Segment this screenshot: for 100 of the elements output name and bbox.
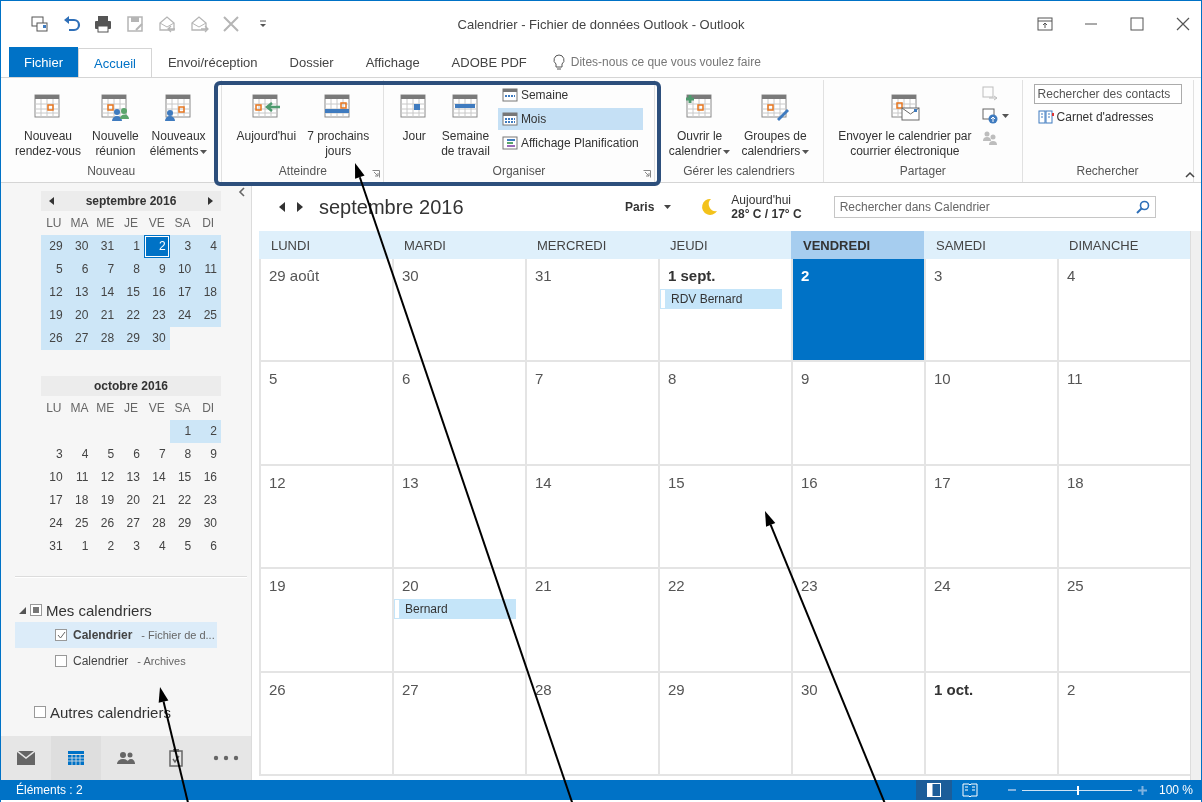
day-cell[interactable]: 19 — [259, 569, 392, 671]
mini-calendar-day[interactable]: 23 — [143, 304, 170, 327]
mini-calendar-day[interactable]: 6 — [66, 258, 93, 281]
mini-calendar-day[interactable]: 2 — [92, 535, 119, 558]
mini-calendar-day[interactable]: 13 — [66, 281, 93, 304]
ribbon-display-icon[interactable] — [1037, 16, 1053, 32]
mini-calendar-day[interactable]: 17 — [41, 489, 67, 512]
ribbon-icon-button[interactable] — [979, 106, 1011, 126]
mini-calendar-day[interactable]: 3 — [118, 535, 144, 558]
calendar-search-field[interactable]: Rechercher dans Calendrier — [833, 196, 1156, 218]
dialog-launcher-icon[interactable] — [372, 170, 381, 178]
day-cell[interactable]: 31 — [525, 259, 658, 361]
mini-calendar-day[interactable]: 4 — [66, 443, 93, 466]
mini-calendar-day[interactable]: 13 — [118, 466, 144, 489]
customize-icon[interactable] — [259, 20, 267, 27]
ribbon-button[interactable]: Envoyer le calendrier par courrier électronique — [835, 84, 975, 162]
day-cell[interactable]: 8 — [658, 362, 791, 464]
previous-month-icon[interactable] — [49, 197, 54, 205]
ribbon-button[interactable]: Nouveau rendez-vous — [12, 84, 85, 162]
mini-calendar-day[interactable]: 29 — [169, 512, 196, 535]
mini-calendar-day[interactable]: 21 — [143, 489, 170, 512]
scrollbar[interactable] — [1190, 231, 1201, 780]
checkbox[interactable] — [55, 655, 67, 667]
ribbon-tab[interactable]: Fichier — [9, 47, 78, 77]
ribbon-button[interactable]: Aujourd'hui — [233, 84, 300, 147]
mini-calendar-day[interactable]: 12 — [41, 281, 67, 304]
day-cell[interactable]: 3 — [924, 259, 1057, 361]
contact-search-field[interactable]: Rechercher des contacts — [1033, 84, 1182, 104]
day-cell[interactable]: 30 — [392, 259, 525, 361]
day-cell[interactable]: 20 Bernard — [392, 569, 525, 671]
mini-calendar-day[interactable]: 2 — [143, 235, 170, 258]
mini-calendar-day[interactable]: 10 — [41, 466, 67, 489]
ribbon-button[interactable]: Mois — [497, 108, 643, 130]
mini-calendar-day[interactable]: 29 — [41, 235, 67, 258]
mini-calendar-day[interactable]: 26 — [41, 327, 67, 350]
mini-calendar-day[interactable]: 10 — [169, 258, 196, 281]
day-cell[interactable]: 30 — [791, 672, 924, 775]
day-cell[interactable]: 9 — [791, 362, 924, 464]
day-cell[interactable]: 12 — [259, 465, 392, 568]
mini-calendar-day[interactable]: 7 — [92, 258, 119, 281]
checkbox[interactable] — [30, 604, 42, 616]
mini-calendar-day[interactable]: 16 — [143, 281, 170, 304]
mini-calendar-day[interactable]: 28 — [143, 512, 170, 535]
checkbox[interactable] — [55, 629, 67, 641]
ribbon-button[interactable]: Ouvrir le calendrier — [665, 84, 734, 162]
mini-calendar-day[interactable]: 27 — [66, 327, 93, 350]
mini-calendar-day[interactable]: 6 — [118, 443, 144, 466]
undo-icon[interactable] — [64, 16, 80, 32]
collapse-pane-icon[interactable] — [238, 187, 245, 197]
day-cell[interactable]: 29 août — [259, 259, 392, 361]
mini-calendar-day[interactable]: 14 — [92, 281, 119, 304]
day-cell[interactable]: 7 — [525, 362, 658, 464]
mini-calendar-day[interactable]: 24 — [169, 304, 196, 327]
day-cell[interactable]: 22 — [658, 569, 791, 671]
mini-calendar-day[interactable]: 22 — [169, 489, 196, 512]
day-cell[interactable]: 14 — [525, 465, 658, 568]
day-cell[interactable]: 29 — [658, 672, 791, 775]
ribbon-button[interactable]: 7 prochains jours — [304, 84, 373, 162]
mini-calendar-day[interactable]: 1 — [169, 420, 196, 443]
mini-calendar-day[interactable]: 18 — [195, 281, 221, 304]
dialog-launcher-icon[interactable] — [642, 170, 651, 178]
mini-calendar-day[interactable]: 25 — [66, 512, 93, 535]
day-cell[interactable]: 28 — [525, 672, 658, 775]
day-cell[interactable]: 10 — [924, 362, 1057, 464]
mini-calendar-day[interactable]: 29 — [118, 327, 144, 350]
mini-calendar-day[interactable]: 20 — [118, 489, 144, 512]
day-cell[interactable]: 1 sept. RDV Bernard — [658, 259, 791, 361]
mini-calendar-day[interactable]: 30 — [143, 327, 170, 350]
mini-calendar-day[interactable]: 8 — [169, 443, 196, 466]
day-cell[interactable]: 24 — [924, 569, 1057, 671]
day-cell[interactable]: 21 — [525, 569, 658, 671]
day-cell[interactable]: 2 — [791, 259, 924, 361]
mini-calendar-day[interactable]: 27 — [118, 512, 144, 535]
day-cell[interactable]: 17 — [924, 465, 1057, 568]
day-cell[interactable]: 16 — [791, 465, 924, 568]
ribbon-tab[interactable]: ADOBE PDF — [435, 47, 543, 77]
ribbon-tab[interactable]: Dossier — [273, 47, 350, 77]
mini-calendar-day[interactable]: 20 — [66, 304, 93, 327]
mini-calendar-day[interactable]: 1 — [118, 235, 144, 258]
mini-calendar-day[interactable]: 9 — [143, 258, 170, 281]
ribbon-button[interactable]: Semaine de travail — [438, 84, 493, 162]
mini-calendar-day[interactable]: 1 — [66, 535, 93, 558]
mini-calendar-day[interactable]: 21 — [92, 304, 119, 327]
collapse-ribbon-icon[interactable] — [1185, 171, 1195, 178]
mini-calendar-day[interactable]: 18 — [66, 489, 93, 512]
day-cell[interactable]: 23 — [791, 569, 924, 671]
ribbon-tab[interactable]: Accueil — [78, 48, 152, 78]
mini-calendar-day[interactable]: 4 — [195, 235, 221, 258]
mini-calendar-day[interactable]: 31 — [41, 535, 67, 558]
day-cell[interactable]: 6 — [392, 362, 525, 464]
day-cell[interactable]: 27 — [392, 672, 525, 775]
ribbon-button[interactable]: Jour — [395, 84, 434, 147]
checkbox[interactable] — [34, 706, 46, 718]
mini-calendar-day[interactable]: 5 — [169, 535, 196, 558]
mini-calendar-day[interactable]: 23 — [195, 489, 221, 512]
folder-group-label[interactable]: Mes calendriers — [46, 601, 152, 619]
ribbon-button[interactable]: Nouveaux éléments — [146, 84, 211, 162]
ribbon-button[interactable]: Carnet d'adresses — [1033, 106, 1182, 128]
calendar-list-item[interactable]: Calendrier - Archives — [15, 648, 217, 674]
mini-calendar-day[interactable]: 19 — [92, 489, 119, 512]
